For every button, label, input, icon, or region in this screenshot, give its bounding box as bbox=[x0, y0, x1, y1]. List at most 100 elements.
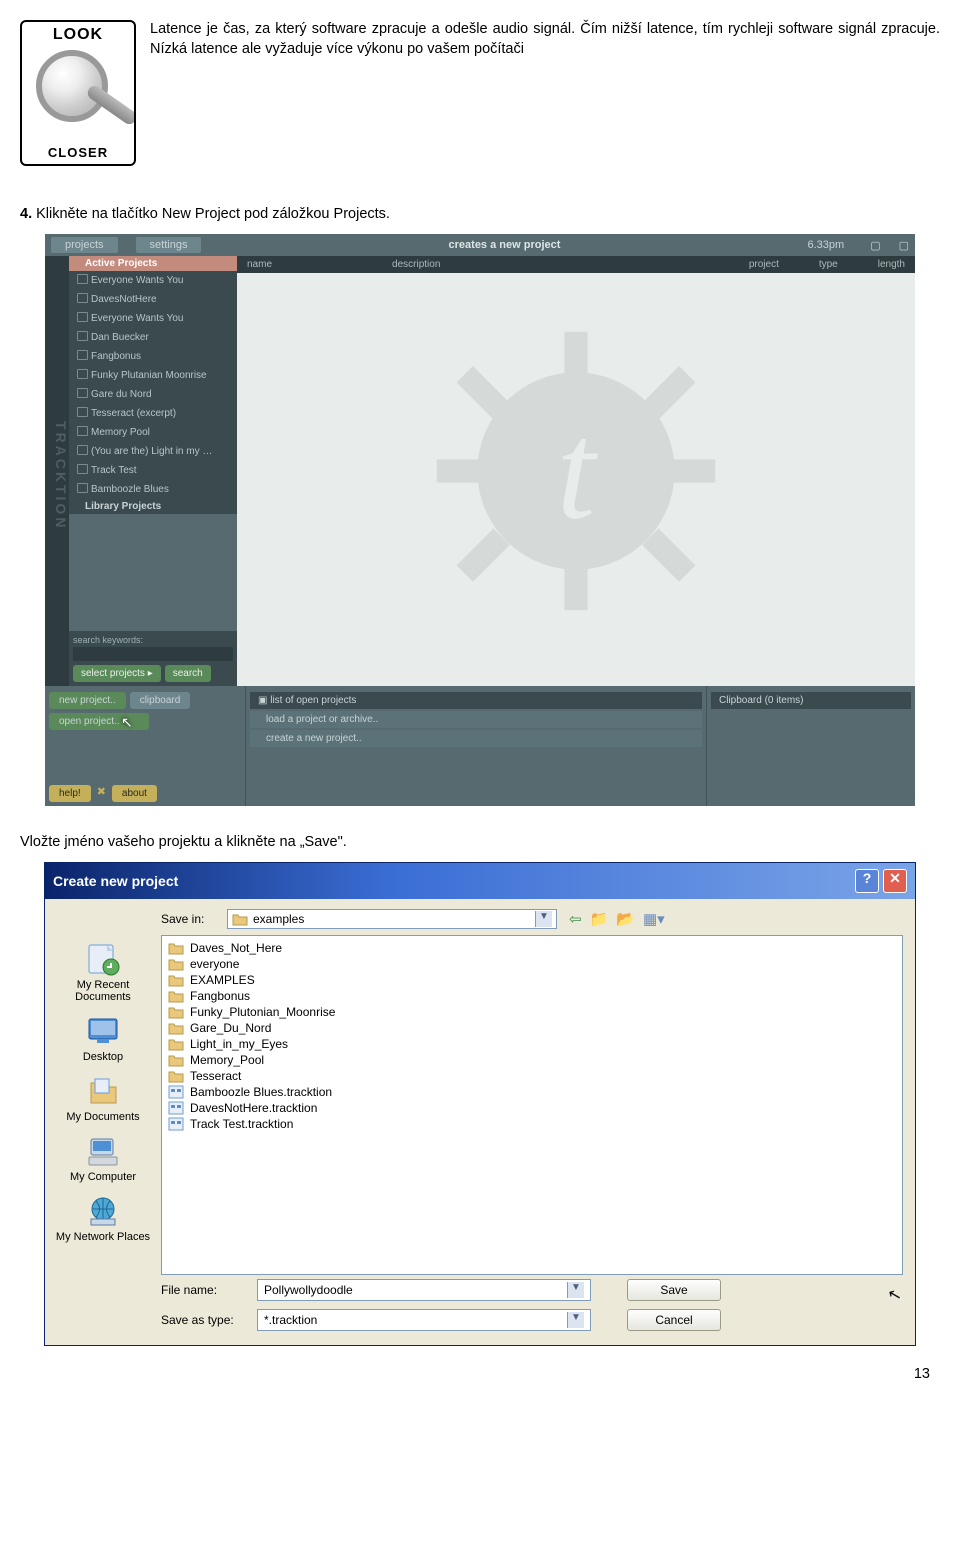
folder-icon bbox=[232, 912, 248, 926]
folder-item[interactable]: Fangbonus bbox=[166, 988, 898, 1004]
save-dialog: Create new project ? ✕ Save in: examples… bbox=[44, 862, 916, 1346]
folder-icon bbox=[168, 1037, 184, 1051]
save-in-dropdown[interactable]: examples ▼ bbox=[227, 909, 557, 929]
file-item[interactable]: Track Test.tracktion bbox=[166, 1116, 898, 1132]
recent-documents-icon bbox=[85, 941, 121, 977]
project-tree-item[interactable]: Everyone Wants You bbox=[69, 271, 237, 290]
open-project-button[interactable]: open project.. bbox=[49, 713, 149, 730]
file-item[interactable]: DavesNotHere.tracktion bbox=[166, 1100, 898, 1116]
main-header: name description project type length bbox=[237, 256, 915, 273]
step-text: Klikněte na tlačítko New Project pod zál… bbox=[32, 206, 390, 222]
folder-icon bbox=[168, 1005, 184, 1019]
save-in-label: Save in: bbox=[161, 912, 215, 926]
main-content: name description project type length 0 i… bbox=[237, 256, 915, 686]
col-description: description bbox=[392, 259, 440, 270]
folder-icon bbox=[168, 989, 184, 1003]
tracktion-file-icon bbox=[168, 1117, 184, 1131]
view-menu-icon[interactable]: ▦▾ bbox=[643, 910, 665, 928]
clipboard-button[interactable]: clipboard bbox=[130, 692, 191, 709]
folder-item[interactable]: Daves_Not_Here bbox=[166, 940, 898, 956]
file-item[interactable]: Bamboozle Blues.tracktion bbox=[166, 1084, 898, 1100]
dialog-titlebar: Create new project ? ✕ bbox=[45, 863, 915, 899]
place-my-documents[interactable]: My Documents bbox=[66, 1073, 139, 1123]
minimize-icon[interactable]: ▢ bbox=[870, 239, 880, 252]
search-label: search keywords: bbox=[73, 635, 233, 645]
project-tree-item[interactable]: Bamboozle Blues bbox=[69, 480, 237, 499]
project-tree-item[interactable]: Gare du Nord bbox=[69, 385, 237, 404]
select-projects-button[interactable]: select projects ▸ bbox=[73, 665, 161, 682]
save-type-dropdown[interactable]: *.tracktion ▼ bbox=[257, 1309, 591, 1331]
back-icon[interactable]: ⇦ bbox=[569, 910, 582, 928]
folder-item[interactable]: EXAMPLES bbox=[166, 972, 898, 988]
tracktion-logo: TRACKTION bbox=[45, 256, 69, 686]
about-button[interactable]: about bbox=[112, 785, 157, 802]
col-length: length bbox=[878, 259, 905, 270]
search-button[interactable]: search bbox=[165, 665, 211, 682]
folder-icon bbox=[168, 1069, 184, 1083]
my-computer-icon bbox=[85, 1133, 121, 1169]
dialog-title: Create new project bbox=[53, 873, 178, 889]
help-icon[interactable]: ? bbox=[855, 869, 879, 893]
tab-projects[interactable]: projects bbox=[51, 237, 118, 253]
tracktion-file-icon bbox=[168, 1085, 184, 1099]
folder-icon bbox=[168, 1053, 184, 1067]
look-closer-badge: LOOK CLOSER bbox=[20, 20, 136, 166]
folder-icon bbox=[168, 941, 184, 955]
mouse-cursor-icon: ↖ bbox=[121, 714, 133, 731]
search-panel: search keywords: select projects ▸ searc… bbox=[69, 631, 237, 686]
folder-item[interactable]: everyone bbox=[166, 956, 898, 972]
folder-item[interactable]: Light_in_my_Eyes bbox=[166, 1036, 898, 1052]
page-number: 13 bbox=[20, 1366, 940, 1382]
col-type: type bbox=[819, 259, 838, 270]
chevron-down-icon[interactable]: ▼ bbox=[567, 1312, 584, 1328]
tracktion-menubar: projects settings creates a new project … bbox=[45, 234, 915, 256]
chevron-down-icon[interactable]: ▼ bbox=[535, 911, 552, 927]
tracktion-file-icon bbox=[168, 1101, 184, 1115]
file-list[interactable]: Daves_Not_HereeveryoneEXAMPLESFangbonusF… bbox=[161, 935, 903, 1275]
folder-item[interactable]: Funky_Plutonian_Moonrise bbox=[166, 1004, 898, 1020]
file-name-label: File name: bbox=[161, 1283, 245, 1297]
file-name-input[interactable]: Pollywollydoodle ▼ bbox=[257, 1279, 591, 1301]
close-icon[interactable]: ✕ bbox=[883, 869, 907, 893]
project-tree-item[interactable]: (You are the) Light in my … bbox=[69, 442, 237, 461]
project-tree-item[interactable]: Fangbonus bbox=[69, 347, 237, 366]
tracktion-watermark-icon: t bbox=[431, 326, 721, 616]
cancel-button[interactable]: Cancel bbox=[627, 1309, 721, 1331]
save-type-label: Save as type: bbox=[161, 1313, 245, 1327]
active-projects-header[interactable]: Active Projects bbox=[69, 256, 237, 271]
help-button[interactable]: help! bbox=[49, 785, 91, 802]
tab-settings[interactable]: settings bbox=[136, 237, 202, 253]
project-tree-item[interactable]: Dan Buecker bbox=[69, 328, 237, 347]
load-project-row[interactable]: load a project or archive.. bbox=[250, 711, 702, 728]
time-display: 6.33pm bbox=[807, 239, 852, 251]
save-in-value: examples bbox=[253, 912, 304, 926]
place-my-computer[interactable]: My Computer bbox=[70, 1133, 136, 1183]
desktop-icon bbox=[85, 1013, 121, 1049]
chevron-down-icon[interactable]: ▼ bbox=[567, 1282, 584, 1298]
svg-text:t: t bbox=[557, 394, 599, 548]
project-tree-item[interactable]: Everyone Wants You bbox=[69, 309, 237, 328]
new-folder-icon[interactable]: 📂 bbox=[616, 910, 635, 928]
save-button[interactable]: Save bbox=[627, 1279, 721, 1301]
project-tree: Active Projects Everyone Wants YouDavesN… bbox=[69, 256, 237, 686]
folder-item[interactable]: Memory_Pool bbox=[166, 1052, 898, 1068]
new-project-button[interactable]: new project.. bbox=[49, 692, 126, 709]
open-projects-header: ▣ list of open projects bbox=[250, 692, 702, 709]
folder-icon bbox=[168, 957, 184, 971]
project-tree-item[interactable]: Tesseract (excerpt) bbox=[69, 404, 237, 423]
folder-item[interactable]: Tesseract bbox=[166, 1068, 898, 1084]
place-desktop[interactable]: Desktop bbox=[83, 1013, 123, 1063]
place-network[interactable]: My Network Places bbox=[56, 1193, 150, 1243]
folder-item[interactable]: Gare_Du_Nord bbox=[166, 1020, 898, 1036]
maximize-icon[interactable]: ▢ bbox=[899, 239, 909, 252]
project-tree-item[interactable]: Funky Plutanian Moonrise bbox=[69, 366, 237, 385]
intro-paragraph: Latence je čas, za který software zpracu… bbox=[150, 20, 940, 166]
library-projects-header[interactable]: Library Projects bbox=[69, 499, 237, 514]
project-tree-item[interactable]: DavesNotHere bbox=[69, 290, 237, 309]
up-folder-icon[interactable]: 📁 bbox=[590, 910, 609, 928]
project-tree-item[interactable]: Memory Pool bbox=[69, 423, 237, 442]
place-recent[interactable]: My Recent Documents bbox=[51, 941, 155, 1003]
create-project-row[interactable]: create a new project.. bbox=[250, 730, 702, 747]
search-input[interactable] bbox=[73, 647, 233, 661]
project-tree-item[interactable]: Track Test bbox=[69, 461, 237, 480]
